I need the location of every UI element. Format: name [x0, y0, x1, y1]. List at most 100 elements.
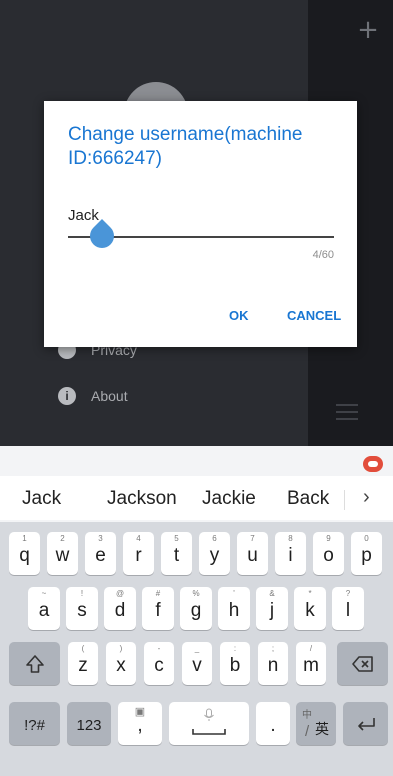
key-h[interactable]: ' h: [218, 587, 250, 630]
key-label: c: [154, 655, 164, 676]
key-secondary-label: 5: [174, 534, 179, 543]
info-icon: i: [58, 387, 76, 405]
key-secondary-label: !: [80, 589, 84, 598]
keyboard-logo-icon[interactable]: [363, 456, 383, 472]
microphone-icon: [204, 708, 214, 721]
language-key[interactable]: 中 / 英: [296, 702, 336, 745]
key-j[interactable]: & j: [256, 587, 288, 630]
key-secondary-label: ~: [41, 589, 47, 598]
key-c[interactable]: -c: [144, 642, 174, 685]
emoji-icon: ▣: [134, 706, 146, 718]
character-counter: 4/60: [312, 249, 334, 261]
list-icon[interactable]: [336, 404, 358, 420]
key-label: b: [229, 655, 241, 676]
key-o[interactable]: 9o: [313, 532, 344, 575]
key-secondary-label: -: [157, 644, 161, 653]
symbols-key[interactable]: !?#: [9, 702, 60, 745]
key-label: y: [209, 545, 220, 566]
language-label: 英: [315, 721, 329, 737]
key-label: n: [267, 655, 279, 676]
key-secondary-label: 7: [250, 534, 255, 543]
key-p[interactable]: 0p: [351, 532, 382, 575]
key-label: d: [114, 600, 126, 621]
username-input[interactable]: [68, 203, 334, 227]
cancel-button[interactable]: CANCEL: [287, 308, 341, 323]
menu-item-label: About: [91, 388, 128, 404]
key-w[interactable]: 2w: [47, 532, 78, 575]
suggestion-jack[interactable]: Jack: [22, 488, 61, 510]
key-l[interactable]: ? l: [332, 587, 364, 630]
key-k[interactable]: * k: [294, 587, 326, 630]
key-label: v: [192, 655, 202, 676]
comma-key[interactable]: ▣ ,: [118, 702, 162, 745]
key-label: l: [345, 600, 351, 621]
numbers-key[interactable]: 123: [67, 702, 111, 745]
enter-icon: [357, 718, 375, 731]
key-label: h: [228, 600, 240, 621]
key-label: q: [19, 545, 30, 566]
key-q[interactable]: 1q: [9, 532, 40, 575]
key-label: x: [116, 655, 126, 676]
key-label: i: [288, 545, 293, 566]
key-t[interactable]: 5t: [161, 532, 192, 575]
key-secondary-label: ': [233, 589, 235, 598]
key-d[interactable]: @ d: [104, 587, 136, 630]
ok-button[interactable]: OK: [229, 308, 249, 323]
key-secondary-label: ;: [271, 644, 275, 653]
key-label: p: [361, 545, 372, 566]
key-v[interactable]: _ v: [182, 642, 212, 685]
key-n[interactable]: ; n: [258, 642, 288, 685]
space-bar-icon: [192, 729, 226, 735]
key-label: a: [38, 600, 50, 621]
key-e[interactable]: 3e: [85, 532, 116, 575]
key-secondary-label: #: [155, 589, 161, 598]
key-b[interactable]: :b: [220, 642, 250, 685]
key-label: f: [155, 600, 161, 621]
key-label: t: [173, 545, 180, 566]
plus-icon[interactable]: +: [356, 17, 380, 43]
change-username-dialog: Change username(machine ID:666247) 4/60 …: [44, 101, 357, 347]
key-label: j: [269, 600, 275, 621]
key-label: s: [77, 600, 87, 621]
key-label: g: [190, 600, 202, 621]
key-secondary-label: ): [119, 644, 123, 653]
key-secondary-label: (: [81, 644, 85, 653]
key-g[interactable]: % g: [180, 587, 212, 630]
key-secondary-label: :: [233, 644, 237, 653]
key-y[interactable]: 6y: [199, 532, 230, 575]
shift-icon: [25, 655, 44, 673]
key-label: o: [323, 545, 334, 566]
period-key[interactable]: .: [256, 702, 290, 745]
key-label: e: [95, 545, 106, 566]
key-secondary-label: 9: [326, 534, 331, 543]
key-f[interactable]: # f: [142, 587, 174, 630]
key-s[interactable]: ! s: [66, 587, 98, 630]
key-secondary-label: 0: [364, 534, 369, 543]
key-a[interactable]: ~ a: [28, 587, 60, 630]
key-secondary-label: 2: [60, 534, 65, 543]
backspace-key[interactable]: [337, 642, 388, 685]
key-secondary-label: 8: [288, 534, 293, 543]
enter-key[interactable]: [343, 702, 388, 745]
suggestion-jackie[interactable]: Jackie: [202, 488, 256, 510]
key-i[interactable]: 8i: [275, 532, 306, 575]
key-secondary-label: 6: [212, 534, 217, 543]
key-label: m: [303, 655, 319, 676]
space-key[interactable]: [169, 702, 249, 745]
key-x[interactable]: ) x: [106, 642, 136, 685]
key-z[interactable]: (z: [68, 642, 98, 685]
key-m[interactable]: / m: [296, 642, 326, 685]
key-secondary-label: 1: [22, 534, 27, 543]
key-secondary-label: 3: [98, 534, 103, 543]
key-u[interactable]: 7u: [237, 532, 268, 575]
comma-label: ,: [137, 715, 143, 736]
key-secondary-label: 4: [136, 534, 141, 543]
menu-item-about[interactable]: i About: [58, 387, 128, 405]
key-label: k: [305, 600, 315, 621]
chevron-right-icon[interactable]: ›: [363, 486, 370, 509]
key-r[interactable]: 4r: [123, 532, 154, 575]
suggestion-back[interactable]: Back: [287, 488, 329, 510]
suggestion-jackson[interactable]: Jackson: [107, 488, 177, 510]
dialog-title: Change username(machine ID:666247): [68, 124, 303, 169]
shift-key[interactable]: [9, 642, 60, 685]
